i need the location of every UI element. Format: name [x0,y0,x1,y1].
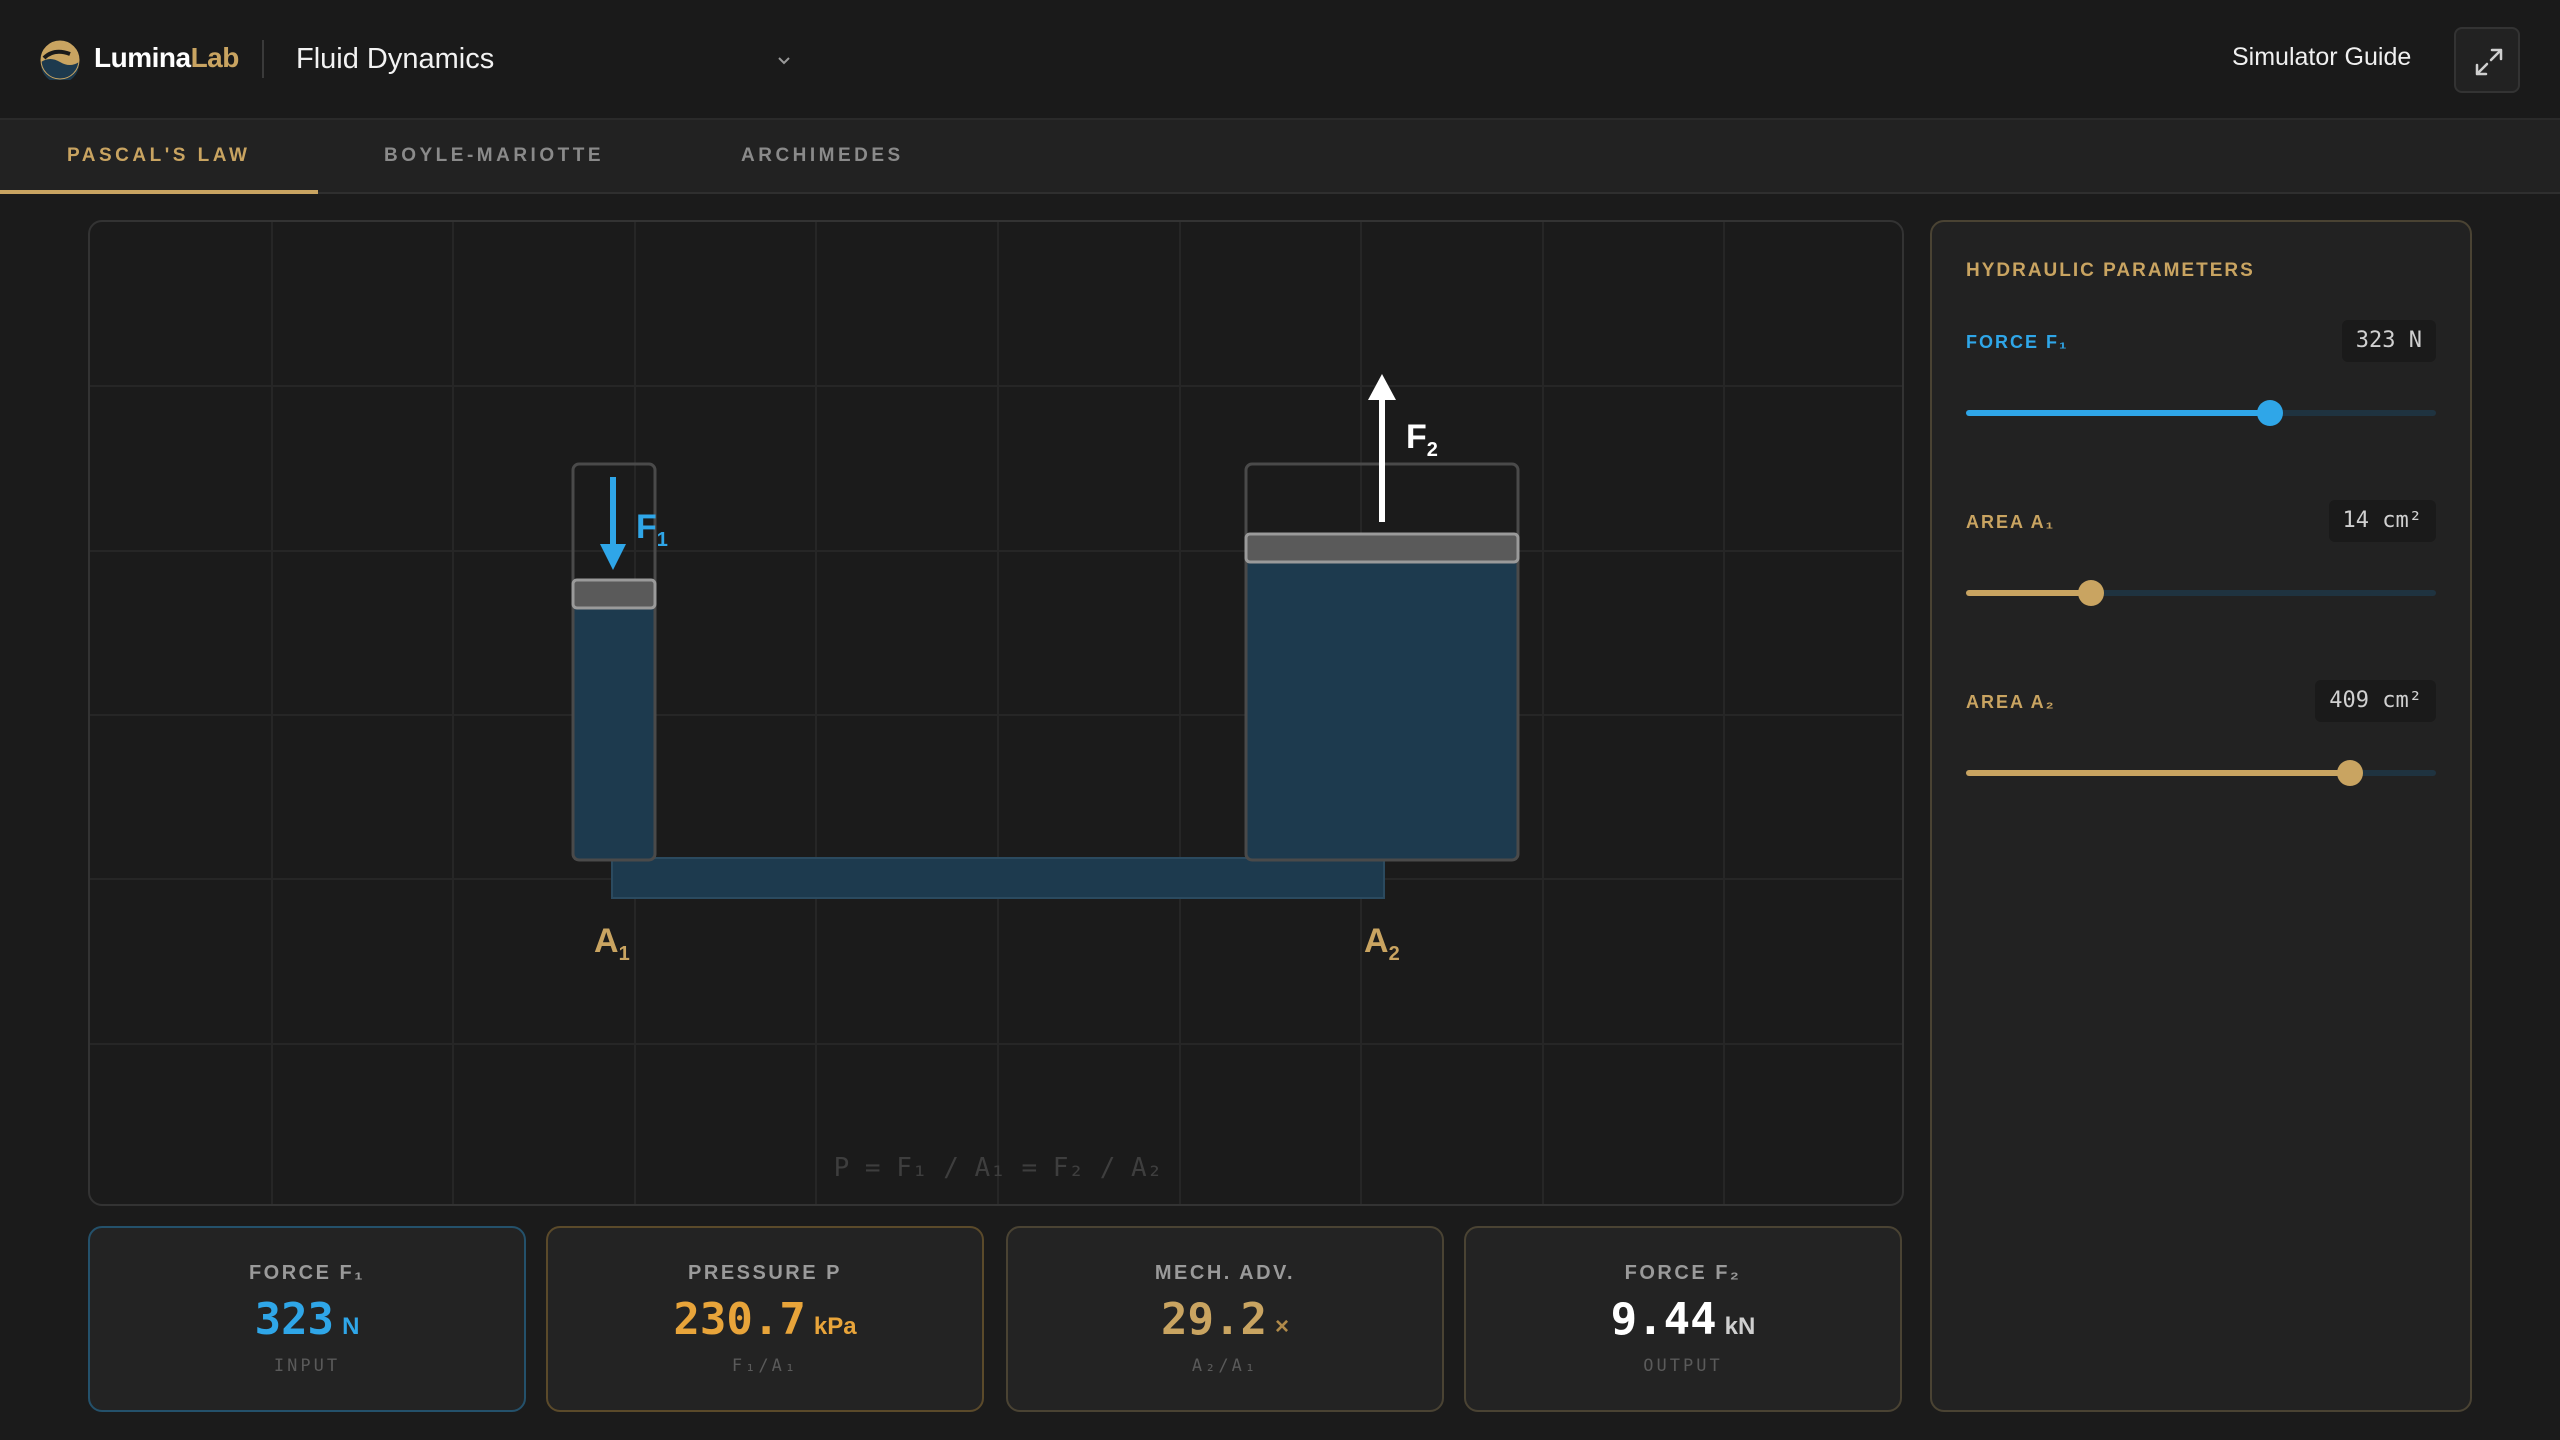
area-a2-param-label: AREA A₂ [1966,692,2056,712]
simulation-selector[interactable]: Fluid Dynamics [296,43,494,76]
active-tab-indicator [0,190,318,194]
stat-card-mech-adv: MECH. ADV. 29.2 × A₂/A₁ [1006,1226,1444,1412]
force-f2-label: F2 [1406,418,1438,461]
hydraulic-parameters-panel: HYDRAULIC PARAMETERS FORCE F₁ 323 N AREA… [1930,220,2472,1412]
connecting-pipe [611,857,1385,899]
stat-label: MECH. ADV. [1154,1262,1296,1284]
tab-bar: PASCAL'S LAW BOYLE-MARIOTTE ARCHIMEDES [0,120,2560,194]
stat-card-force-f2: FORCE F₂ 9.44 kN OUTPUT [1464,1226,1902,1412]
slider-fill [1966,410,2270,416]
pascal-formula: P = F₁ / A₁ = F₂ / A₂ [834,1153,1163,1183]
area-a1-param-label: AREA A₁ [1966,512,2056,532]
stat-card-force-f1: FORCE F₁ 323 N INPUT [88,1226,526,1412]
slider-handle[interactable] [2337,760,2364,786]
stat-label: PRESSURE P [688,1262,842,1284]
force-f1-arrow [600,477,626,570]
stat-value: 323 N [254,1294,360,1345]
small-piston [571,578,657,610]
panel-title: HYDRAULIC PARAMETERS [1966,260,2255,281]
stat-value: 230.7 kPa [673,1294,857,1345]
stat-sublabel: A₂/A₁ [1191,1356,1259,1376]
stat-card-pressure: PRESSURE P 230.7 kPa F₁/A₁ [546,1226,984,1412]
header-divider [262,40,264,78]
simulator-guide-button[interactable]: Simulator Guide [2232,43,2411,72]
app-header: LuminaLab Fluid Dynamics Simulator Guide [0,0,2560,120]
area-a1-label: A1 [594,922,630,965]
large-cylinder-fluid [1247,562,1517,860]
brand-name: LuminaLab [94,42,239,73]
force-f1-param-label: FORCE F₁ [1966,332,2069,352]
force-f2-arrow [1368,374,1396,522]
tab-pascals-law[interactable]: PASCAL'S LAW [67,120,250,194]
area-a1-value-box[interactable]: 14 cm² [2328,500,2436,542]
stat-sublabel: F₁/A₁ [731,1356,799,1376]
tab-archimedes[interactable]: ARCHIMEDES [741,120,904,194]
chevron-down-icon[interactable] [772,48,796,72]
tab-boyle-mariotte[interactable]: BOYLE-MARIOTTE [384,120,604,194]
force-f1-label: F1 [636,508,668,551]
stat-label: FORCE F₂ [1624,1262,1742,1284]
small-cylinder-fluid [574,606,654,860]
expand-icon [2475,48,2503,76]
stat-value: 9.44 kN [1610,1294,1756,1345]
slider-fill [1966,770,2351,776]
slider-fill [1966,590,2092,596]
fullscreen-button[interactable] [2454,27,2520,93]
slider-handle[interactable] [2078,580,2105,606]
simulation-canvas[interactable]: F1 F2 A1 A2 P = F₁ / A₁ = F₂ / A₂ [88,220,1904,1206]
stat-label: FORCE F₁ [248,1262,366,1284]
background-grid [90,222,1902,1204]
logo-mark-icon [40,40,80,80]
stat-sublabel: OUTPUT [1643,1356,1723,1376]
slider-handle[interactable] [2256,400,2283,426]
stat-value: 29.2 × [1161,1294,1289,1345]
force-f1-value-box[interactable]: 323 N [2341,320,2436,362]
area-a2-slider[interactable] [1966,760,2436,786]
area-a1-slider[interactable] [1966,580,2436,606]
large-piston [1244,532,1520,564]
stat-sublabel: INPUT [273,1356,341,1376]
area-a2-value-box[interactable]: 409 cm² [2315,680,2436,722]
area-a2-label: A2 [1364,922,1400,965]
force-f1-slider[interactable] [1966,400,2436,426]
